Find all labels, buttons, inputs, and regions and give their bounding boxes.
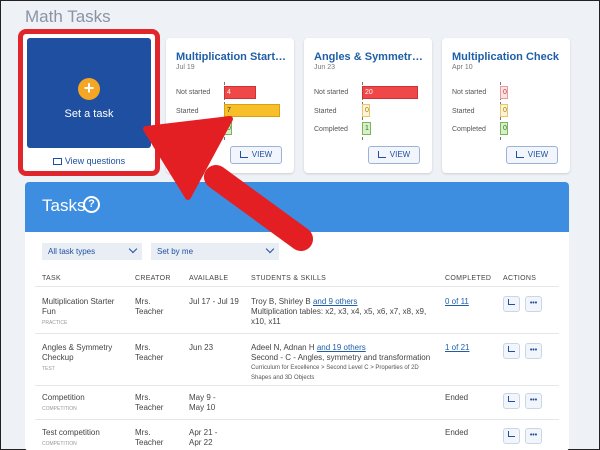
status-label: Not started xyxy=(176,89,211,96)
status-bar: 4 xyxy=(224,86,256,99)
status-label: Completed xyxy=(452,126,486,133)
card-title[interactable]: Multiplication Check xyxy=(452,51,564,63)
divider xyxy=(35,286,559,287)
status-label: Started xyxy=(452,108,475,115)
status-bar: 0 xyxy=(500,104,508,117)
column-header-creator: CREATOR xyxy=(135,275,171,282)
others-link[interactable]: and 19 others xyxy=(317,343,366,352)
task-available: Jun 23 xyxy=(189,343,214,352)
column-header-students: STUDENTS & SKILLS xyxy=(251,275,327,282)
chart-icon xyxy=(239,151,248,158)
chart-button[interactable] xyxy=(503,393,520,409)
chart-button[interactable] xyxy=(503,428,520,444)
status-bar: 7 xyxy=(224,104,280,117)
view-button[interactable]: VIEW xyxy=(506,146,558,164)
card-date: Jul 19 xyxy=(176,64,195,71)
task-type-value: All task types xyxy=(48,247,96,256)
column-header-available: AVAILABLE xyxy=(189,275,229,282)
view-label: VIEW xyxy=(527,150,549,159)
task-completed: Ended xyxy=(445,428,469,437)
task-creator: Mrs. Teacher xyxy=(135,343,164,362)
task-available: May 9 - May 10 xyxy=(189,393,216,412)
tasks-header: Tasks ? xyxy=(25,182,569,232)
more-button[interactable]: ••• xyxy=(525,343,542,359)
completion-link[interactable]: 1 of 21 xyxy=(445,343,469,353)
divider xyxy=(35,419,559,420)
task-name[interactable]: Angles & Symmetry Checkup TEST xyxy=(42,343,127,374)
status-label: Started xyxy=(314,108,337,115)
task-completed: Ended xyxy=(445,393,469,402)
status-label: Started xyxy=(176,108,199,115)
plus-icon: + xyxy=(78,78,100,100)
column-header-actions: ACTIONS xyxy=(503,275,537,282)
task-creator: Mrs. Teacher xyxy=(135,297,164,316)
status-label: Completed xyxy=(176,126,210,133)
more-button[interactable]: ••• xyxy=(525,296,542,312)
divider xyxy=(35,385,559,386)
chart-icon xyxy=(508,396,515,402)
questions-icon xyxy=(52,158,62,165)
column-header-completed: COMPLETED xyxy=(445,275,492,282)
owner-select[interactable]: Set by me xyxy=(151,243,279,260)
set-task-button[interactable]: + Set a task xyxy=(27,38,151,148)
completion-link[interactable]: 0 of 11 xyxy=(445,297,469,307)
card-date: Jun 23 xyxy=(314,64,336,71)
chart-icon xyxy=(515,151,524,158)
chevron-down-icon xyxy=(265,244,275,254)
task-students: Adeel N, Adnan H and 19 others Second - C… xyxy=(251,343,431,381)
status-bar: 0 xyxy=(224,122,232,135)
view-label: VIEW xyxy=(389,150,411,159)
task-name[interactable]: Competition COMPETITION xyxy=(42,393,127,414)
task-creator: Mrs. Teacher xyxy=(135,428,164,447)
card-title[interactable]: Angles & Symmetry C... xyxy=(314,51,426,63)
task-creator: Mrs. Teacher xyxy=(135,393,164,412)
chart-button[interactable] xyxy=(503,343,520,359)
others-link[interactable]: and 9 others xyxy=(313,297,357,306)
chart-button[interactable] xyxy=(503,296,520,312)
view-questions-label: View questions xyxy=(64,156,126,166)
status-bar: 0 xyxy=(362,104,370,117)
more-button[interactable]: ••• xyxy=(525,428,542,444)
owner-value: Set by me xyxy=(157,247,194,256)
task-type-select[interactable]: All task types xyxy=(42,243,142,260)
set-task-label: Set a task xyxy=(64,108,114,120)
divider xyxy=(35,333,559,334)
task-students: Troy B, Shirley B and 9 others Multiplica… xyxy=(251,297,427,326)
status-bar: 0 xyxy=(500,86,508,99)
tasks-title: Tasks xyxy=(42,196,86,215)
set-task-tile: + Set a task View questions xyxy=(18,29,160,176)
status-bar: 0 xyxy=(500,122,508,135)
chart-icon xyxy=(508,299,515,305)
chevron-down-icon xyxy=(128,244,138,254)
task-card: Multiplication Starter ... Jul 19 Not st… xyxy=(166,38,294,173)
status-label: Completed xyxy=(314,126,348,133)
task-card: Angles & Symmetry C... Jun 23 Not starte… xyxy=(304,38,432,173)
chart-icon xyxy=(508,431,515,437)
tasks-panel: Tasks ? All task types Set by me TASK CR… xyxy=(25,182,569,450)
more-button[interactable]: ••• xyxy=(525,393,542,409)
status-label: Not started xyxy=(452,89,487,96)
view-button[interactable]: VIEW xyxy=(368,146,420,164)
chart-icon xyxy=(377,151,386,158)
card-title[interactable]: Multiplication Starter ... xyxy=(176,51,288,63)
view-button[interactable]: VIEW xyxy=(230,146,282,164)
task-available: Apr 21 - Apr 22 xyxy=(189,428,218,447)
status-bar: 20 xyxy=(362,86,418,99)
task-card: Multiplication Check Apr 10 Not started … xyxy=(442,38,570,173)
task-name[interactable]: Multiplication Starter Fun PRACTICE xyxy=(42,297,127,328)
status-label: Not started xyxy=(314,89,349,96)
card-date: Apr 10 xyxy=(452,64,473,71)
task-name[interactable]: Test competition COMPETITION xyxy=(42,428,127,449)
column-header-task: TASK xyxy=(42,275,61,282)
status-bar: 1 xyxy=(362,122,371,135)
help-icon[interactable]: ? xyxy=(83,196,100,213)
page-title: Math Tasks xyxy=(25,7,111,26)
chart-icon xyxy=(508,346,515,352)
task-available: Jul 17 - Jul 19 xyxy=(189,297,239,306)
view-label: VIEW xyxy=(251,150,273,159)
view-questions-link[interactable]: View questions xyxy=(23,156,155,166)
